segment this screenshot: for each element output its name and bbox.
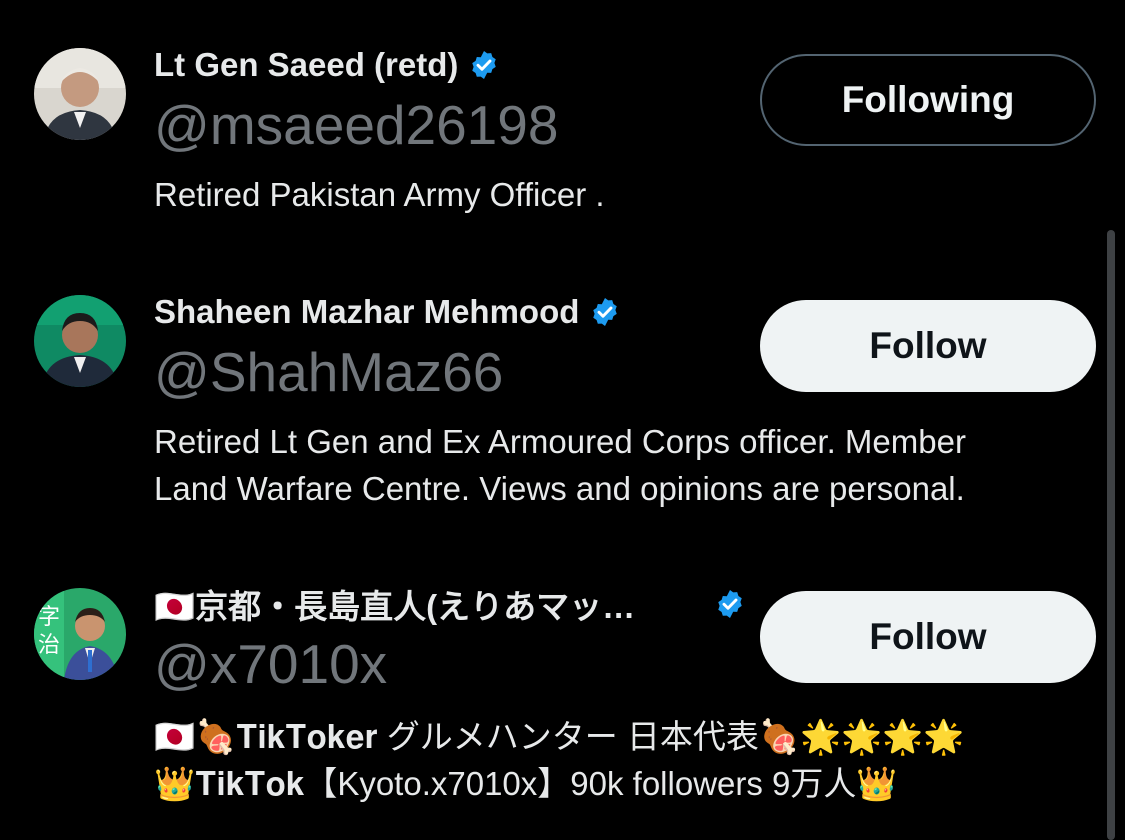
- user-row[interactable]: Lt Gen Saeed (retd) @msaeed26198 Retired…: [0, 0, 1125, 260]
- avatar[interactable]: [34, 48, 126, 140]
- display-name-line: 🇯🇵京都・長島直人(えりあマッ…: [154, 584, 746, 625]
- verified-badge-icon: [714, 588, 746, 620]
- verified-badge-icon: [468, 49, 500, 81]
- avatar[interactable]: [34, 295, 126, 387]
- scrollbar[interactable]: [1107, 230, 1115, 840]
- user-handle[interactable]: @x7010x: [154, 637, 387, 692]
- bio-line: Land Warfare Centre. Views and opinions …: [154, 470, 965, 507]
- user-handle[interactable]: @msaeed26198: [154, 98, 558, 153]
- bio-line: Retired Lt Gen and Ex Armoured Corps off…: [154, 423, 966, 460]
- user-bio: Retired Pakistan Army Officer .: [154, 171, 1084, 218]
- display-name[interactable]: 🇯🇵京都・長島直人(えりあマッ…: [154, 580, 674, 628]
- display-name[interactable]: Lt Gen Saeed (retd): [154, 46, 458, 84]
- avatar[interactable]: 字 治: [34, 588, 126, 680]
- svg-text:字: 字: [38, 605, 60, 630]
- display-name[interactable]: Shaheen Mazhar Mehmood: [154, 293, 579, 331]
- follow-button[interactable]: Follow: [760, 300, 1096, 392]
- display-name-line: Shaheen Mazhar Mehmood: [154, 292, 621, 332]
- display-name-line: Lt Gen Saeed (retd): [154, 45, 500, 85]
- svg-text:治: 治: [38, 633, 60, 658]
- following-button[interactable]: Following: [760, 54, 1096, 146]
- user-handle[interactable]: @ShahMaz66: [154, 345, 503, 400]
- user-bio: 🇯🇵🍖𝐓𝐢𝐤𝐓𝐨𝐤𝐞𝐫 グルメハンター 日本代表🍖🌟🌟🌟🌟 👑𝐓𝐢𝐤𝐓𝐨𝐤【Ky…: [154, 713, 1084, 807]
- verified-badge-icon: [589, 296, 621, 328]
- bio-line: 👑𝐓𝐢𝐤𝐓𝐨𝐤【Kyoto.x7010x】90k followers 9万人👑: [154, 765, 898, 802]
- follow-button[interactable]: Follow: [760, 591, 1096, 683]
- user-row[interactable]: Shaheen Mazhar Mehmood @ShahMaz66 Retire…: [0, 260, 1125, 560]
- user-row[interactable]: 字 治 🇯🇵京都・長島直人(えりあマッ… @x7010x 🇯🇵🍖𝐓𝐢𝐤𝐓𝐨𝐤𝐞𝐫…: [0, 560, 1125, 833]
- bio-line: 🇯🇵🍖𝐓𝐢𝐤𝐓𝐨𝐤𝐞𝐫 グルメハンター 日本代表🍖🌟🌟🌟🌟: [154, 718, 965, 755]
- user-bio: Retired Lt Gen and Ex Armoured Corps off…: [154, 418, 1084, 512]
- bio-line: Retired Pakistan Army Officer .: [154, 176, 605, 213]
